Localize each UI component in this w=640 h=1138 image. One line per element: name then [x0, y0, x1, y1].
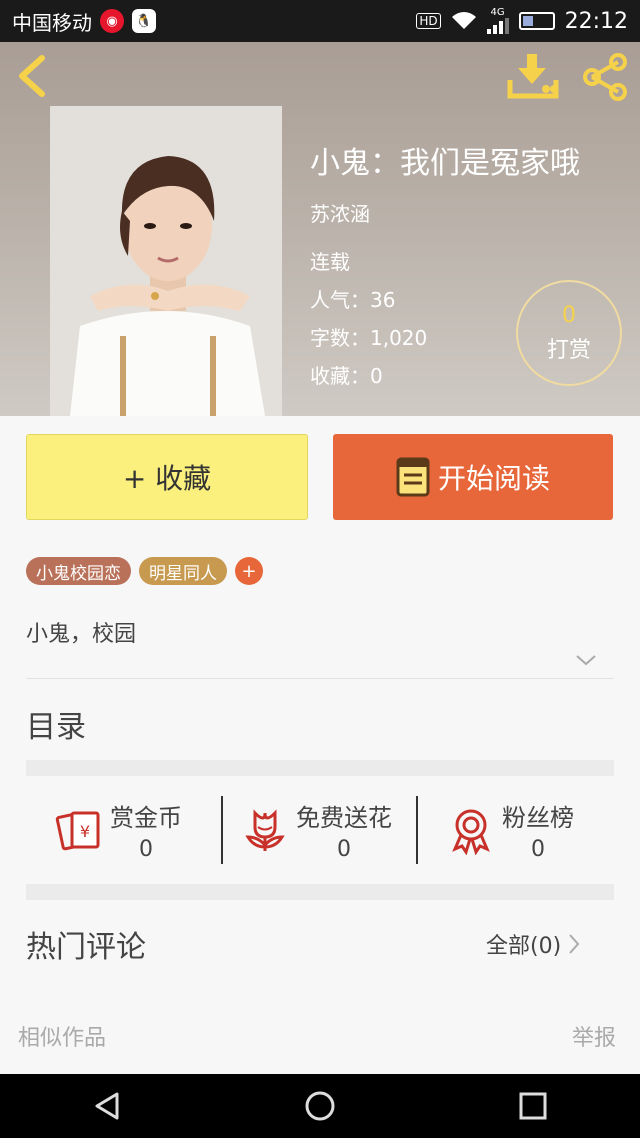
- all-comments-link[interactable]: 全部(0): [486, 928, 581, 960]
- wifi-icon: [451, 12, 476, 29]
- nav-back-button[interactable]: [77, 1076, 137, 1136]
- stat-label: 赏金币: [110, 804, 182, 832]
- book-author[interactable]: 苏浓涵: [310, 198, 370, 227]
- medal-icon: [452, 809, 490, 855]
- battery-icon: [518, 12, 555, 30]
- similar-works-label: 相似作品: [18, 1026, 107, 1051]
- divider: [416, 796, 418, 864]
- book-cover[interactable]: [50, 106, 282, 416]
- send-flowers-button[interactable]: 免费送花 0: [240, 790, 392, 870]
- start-reading-button[interactable]: 开始阅读: [333, 434, 613, 520]
- tag-item[interactable]: 明星同人: [139, 557, 227, 585]
- chevron-right-icon: [569, 934, 580, 954]
- signal-icon: [486, 18, 509, 34]
- all-comments-label: 全部(0): [486, 934, 562, 959]
- toc-heading[interactable]: 目录: [26, 702, 86, 746]
- stat-label: 免费送花: [296, 804, 392, 832]
- book-favorites: 收藏：0: [310, 364, 383, 388]
- tag-item[interactable]: 小鬼校园恋: [26, 557, 131, 585]
- book-word-count: 字数：1,020: [310, 326, 428, 350]
- add-favorite-button[interactable]: + 收藏: [26, 434, 308, 520]
- download-button[interactable]: [506, 52, 560, 102]
- report-link[interactable]: 举报: [572, 1020, 616, 1052]
- status-bar: 中国移动 ◉ 🐧 HD 4G 22:12: [0, 0, 640, 42]
- section-separator: [26, 884, 614, 900]
- triangle-back-icon: [95, 1092, 119, 1120]
- hot-comments-heading: 热门评论: [26, 930, 146, 965]
- chevron-left-icon: [19, 55, 45, 97]
- gift-coins-button[interactable]: ¥ 赏金币 0: [54, 790, 182, 870]
- fan-ranking-button[interactable]: 粉丝榜 0: [446, 790, 574, 870]
- network-type: 4G: [490, 7, 505, 18]
- divider: [221, 796, 223, 864]
- circle-home-icon: [305, 1091, 335, 1121]
- stat-label: 粉丝榜: [502, 804, 574, 832]
- book-intro: 小鬼，校园: [26, 622, 137, 647]
- reward-count: 0: [562, 302, 576, 328]
- start-reading-label: 开始阅读: [437, 462, 550, 495]
- book-status: 连载: [310, 250, 350, 274]
- carrier-label: 中国移动: [12, 10, 92, 35]
- reward-button[interactable]: 0 打赏: [516, 280, 622, 386]
- stat-value: 0: [337, 837, 351, 862]
- stat-value: 0: [139, 837, 153, 862]
- square-recents-icon: [519, 1092, 547, 1120]
- add-tag-button[interactable]: +: [235, 557, 263, 585]
- book-popularity: 人气：36: [310, 288, 396, 312]
- book-header: 小鬼：我们是冤家哦 苏浓涵 连载 人气：36 字数：1,020 收藏：0 0 打…: [0, 42, 640, 416]
- cover-portrait: [50, 106, 282, 416]
- back-button[interactable]: [14, 54, 54, 98]
- qq-icon: 🐧: [132, 9, 156, 33]
- download-icon: [507, 54, 559, 99]
- share-button[interactable]: [580, 52, 630, 102]
- section-separator: [26, 760, 614, 776]
- weibo-icon: ◉: [100, 9, 124, 33]
- hd-indicator: HD: [416, 13, 441, 29]
- flower-icon: [245, 809, 285, 851]
- stat-value: 0: [531, 837, 545, 862]
- nav-recents-button[interactable]: [503, 1076, 563, 1136]
- chevron-down-icon[interactable]: [574, 652, 598, 668]
- clock: 22:12: [564, 8, 628, 34]
- divider: [26, 678, 614, 679]
- nav-home-button[interactable]: [290, 1076, 350, 1136]
- book-title: 小鬼：我们是冤家哦: [310, 146, 580, 181]
- reward-label: 打赏: [546, 337, 591, 363]
- share-icon: [583, 53, 627, 101]
- book-icon: [396, 457, 430, 497]
- system-nav-bar: [0, 1074, 640, 1138]
- tag-list: 小鬼校园恋 明星同人 +: [26, 557, 263, 585]
- svg-text:¥: ¥: [80, 822, 90, 841]
- red-envelope-icon: ¥: [55, 811, 100, 851]
